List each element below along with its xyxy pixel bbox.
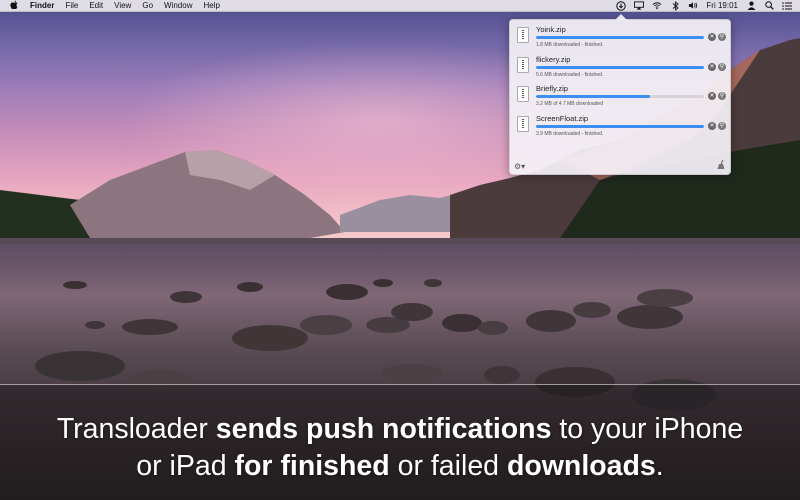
popover-footer: ⚙▾: [510, 159, 730, 174]
download-list: Yoink.zip ✕ ⚲ 1.8 MB downloaded - finish…: [510, 22, 730, 140]
transloader-popover: Yoink.zip ✕ ⚲ 1.8 MB downloaded - finish…: [509, 14, 731, 175]
transloader-icon[interactable]: [616, 0, 627, 11]
menu-go[interactable]: Go: [142, 0, 153, 12]
caption-emphasis: downloads: [506, 450, 656, 482]
menu-help[interactable]: Help: [203, 0, 219, 12]
caption-text: to your iPhone: [551, 413, 744, 445]
gear-icon[interactable]: ⚙▾: [514, 162, 525, 171]
notification-center-icon[interactable]: [782, 1, 792, 11]
remove-download-button[interactable]: ✕: [708, 121, 716, 130]
broom-icon[interactable]: [717, 159, 725, 171]
download-status: 1.8 MB downloaded - finished.: [536, 42, 604, 48]
download-filename: Yoink.zip: [536, 25, 566, 34]
bluetooth-icon[interactable]: [670, 0, 680, 11]
download-filename: Briefly.zip: [536, 84, 568, 93]
menu-edit[interactable]: Edit: [89, 0, 103, 12]
apple-menu-icon[interactable]: [10, 0, 20, 12]
remove-download-button[interactable]: ✕: [708, 62, 716, 71]
download-progress-bar: [536, 124, 704, 128]
marketing-caption: Transloader sends push notifications to …: [0, 411, 800, 485]
menu-finder[interactable]: Finder: [30, 0, 54, 12]
download-row[interactable]: ScreenFloat.zip ✕ ⚲ 3.9 MB downloaded - …: [510, 111, 730, 141]
reveal-in-finder-button[interactable]: ⚲: [718, 62, 726, 71]
user-icon[interactable]: [746, 1, 756, 11]
download-status: 3.9 MB downloaded - finished.: [536, 130, 604, 137]
spotlight-search-icon[interactable]: [764, 1, 774, 11]
caption-emphasis: for finished: [234, 450, 390, 482]
caption-text: or iPad: [136, 450, 235, 482]
reveal-in-finder-button[interactable]: ⚲: [718, 92, 726, 100]
download-status: 3.2 MB of 4.7 MB downloaded: [536, 101, 603, 107]
reveal-in-finder-button[interactable]: ⚲: [718, 121, 726, 130]
menu-view[interactable]: View: [114, 0, 131, 12]
caption-text: Transloader: [56, 413, 216, 445]
download-row[interactable]: flickery.zip ✕ ⚲ 5.6 MB downloaded - fin…: [510, 52, 730, 82]
download-row[interactable]: Yoink.zip ✕ ⚲ 1.8 MB downloaded - finish…: [510, 22, 730, 52]
wifi-icon[interactable]: [652, 1, 662, 11]
download-filename: flickery.zip: [536, 54, 571, 64]
caption-emphasis: sends push notifications: [215, 413, 552, 445]
zip-file-icon: [517, 115, 529, 132]
download-progress-bar: [536, 65, 704, 69]
airplay-icon[interactable]: [634, 1, 645, 11]
menu-file[interactable]: File: [65, 0, 78, 12]
cancel-download-button[interactable]: ✕: [708, 92, 716, 100]
caption-text: .: [655, 450, 664, 482]
menubar-clock[interactable]: Fri 19:01: [706, 0, 738, 12]
zip-file-icon: [517, 27, 529, 43]
download-filename: ScreenFloat.zip: [536, 113, 589, 123]
remove-download-button[interactable]: ✕: [708, 33, 716, 41]
zip-file-icon: [517, 86, 529, 102]
volume-icon[interactable]: [688, 1, 698, 11]
download-progress-bar: [536, 36, 704, 39]
download-progress-bar: [536, 95, 704, 98]
zip-file-icon: [517, 56, 529, 73]
menu-bar: Finder File Edit View Go Window Help Fri…: [0, 0, 800, 12]
download-status: 5.6 MB downloaded - finished.: [536, 71, 604, 78]
caption-text: or failed: [389, 450, 507, 482]
menu-window[interactable]: Window: [164, 0, 192, 12]
reveal-in-finder-button[interactable]: ⚲: [718, 33, 726, 41]
download-row[interactable]: Briefly.zip ✕ ⚲ 3.2 MB of 4.7 MB downloa…: [510, 81, 730, 111]
